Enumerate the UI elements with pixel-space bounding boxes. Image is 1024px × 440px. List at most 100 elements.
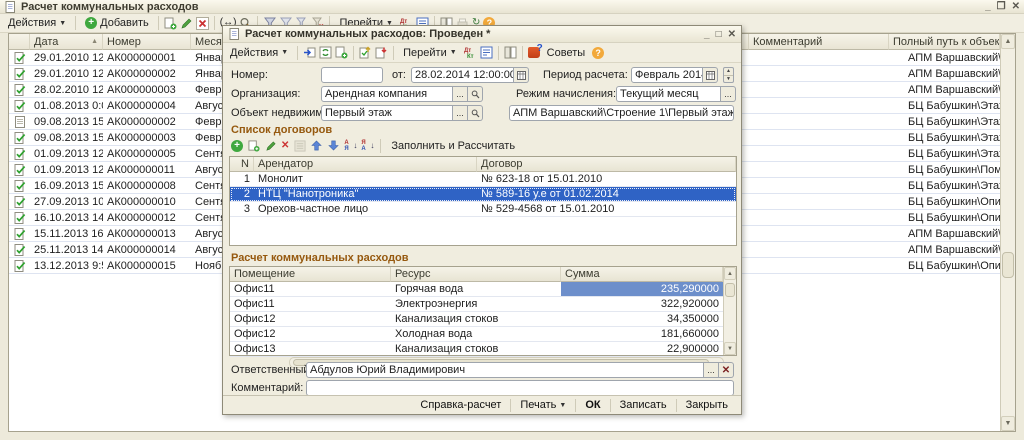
cell-path: БЦ Бабушкин\Помещения... [904, 162, 1015, 177]
edit-row-icon[interactable] [264, 139, 277, 152]
dialog-goto-menu-button[interactable]: Перейти▼ [399, 46, 461, 60]
organization-input[interactable]: Арендная компания [321, 86, 453, 102]
dialog-help-icon[interactable]: ? [592, 47, 604, 59]
expense-row[interactable]: Офис11 Горячая вода 235,290000 [230, 282, 723, 297]
col-number[interactable]: Номер [103, 34, 191, 50]
minimize-button[interactable]: _ [985, 1, 991, 12]
date-input[interactable]: 28.02.2014 12:00:00 [411, 67, 514, 83]
magnifier-open-icon[interactable] [468, 86, 483, 102]
clear-field-icon[interactable]: ✕ [719, 362, 734, 378]
ellipsis-choose-icon[interactable]: ... [453, 105, 468, 121]
main-window-title: Расчет коммунальных расходов [21, 1, 199, 13]
expense-row[interactable]: Офис12 Канализация стоков 34,350000 [230, 312, 723, 327]
move-up-icon[interactable] [310, 139, 323, 152]
post-document-icon[interactable] [359, 46, 372, 59]
scroll-down-icon[interactable]: ▼ [724, 342, 736, 355]
col-sum[interactable]: Сумма [561, 267, 723, 282]
period-stepper[interactable]: ▲▼ [723, 67, 734, 83]
cell-n: 2 [230, 187, 254, 201]
expense-row[interactable]: Офис13 Канализация стоков 22,900000 [230, 342, 723, 357]
contract-row[interactable]: 1 Монолит № 623-18 от 15.01.2010 [230, 172, 736, 187]
calendar-icon[interactable] [514, 67, 529, 83]
scrollbar-thumb[interactable] [1002, 252, 1014, 278]
unpost-document-icon[interactable] [375, 46, 388, 59]
close-button[interactable]: ✕ [1012, 1, 1020, 12]
col-comment[interactable]: Комментарий [749, 34, 889, 50]
cell-comment [764, 178, 904, 193]
contracts-section-title: Список договоров [231, 124, 332, 136]
number-input[interactable] [321, 67, 383, 83]
dialog-close-button[interactable]: ✕ [728, 29, 736, 40]
vertical-scrollbar[interactable]: ▲ ▼ [1000, 34, 1015, 431]
cell-path: БЦ Бабушкин\Этаж 1 [904, 178, 1015, 193]
dialog-minimize-button[interactable]: _ [704, 29, 710, 40]
scroll-down-icon[interactable]: ▼ [1001, 416, 1015, 431]
list-settings-icon[interactable] [504, 46, 517, 59]
responsible-input[interactable]: Абдулов Юрий Владимирович [306, 362, 704, 378]
restore-button[interactable]: ❐ [997, 1, 1006, 12]
mode-label: Режим начисления: [516, 88, 616, 100]
contract-row[interactable]: 3 Орехов-частное лицо № 529-4568 от 15.0… [230, 202, 736, 217]
scroll-up-icon[interactable]: ▲ [1001, 34, 1015, 49]
col-path[interactable]: Полный путь к объекту [889, 34, 1000, 50]
col-resource[interactable]: Ресурс [391, 267, 561, 282]
property-object-input[interactable]: Первый этаж [321, 105, 453, 121]
expenses-vertical-scrollbar[interactable]: ▲ ▼ [723, 267, 736, 355]
cell-contract: № 623-18 от 15.01.2010 [477, 172, 736, 186]
col-date[interactable]: Дата ▲ [30, 34, 103, 50]
expense-row[interactable]: Офис11 Электроэнергия 322,920000 [230, 297, 723, 312]
calendar-icon[interactable] [703, 67, 718, 83]
dialog-actions-menu-button[interactable]: Действия▼ [226, 46, 292, 60]
copy-add-icon[interactable] [164, 17, 177, 30]
fill-and-calculate-button[interactable]: Заполнить и Рассчитать [387, 139, 519, 153]
unposted-document-icon [13, 115, 26, 128]
contracts-table: N Арендатор Договор 1 Монолит № 623-18 о… [229, 156, 737, 246]
ellipsis-choose-icon[interactable]: ... [453, 86, 468, 102]
print-menu-button[interactable]: Печать▼ [513, 398, 573, 412]
ellipsis-choose-icon[interactable]: ... [721, 86, 736, 102]
col-status[interactable] [9, 34, 30, 50]
expenses-table-header: Помещение Ресурс Сумма [230, 267, 736, 282]
col-room[interactable]: Помещение [230, 267, 391, 282]
scroll-up-icon[interactable]: ▲ [724, 267, 736, 280]
mode-input[interactable]: Текущий месяц [616, 86, 721, 102]
help-calculation-button[interactable]: Справка-расчет [413, 398, 508, 412]
magnifier-open-icon[interactable] [468, 105, 483, 121]
delete-icon[interactable] [196, 17, 209, 30]
dtkt-icon[interactable]: ДтКт [464, 46, 477, 59]
col-contract[interactable]: Договор [477, 157, 736, 172]
close-button[interactable]: Закрыть [679, 398, 735, 412]
scrollbar-thumb[interactable] [725, 283, 735, 297]
cell-date: 29.01.2010 12:00:00 [30, 50, 103, 65]
col-n[interactable]: N [230, 157, 254, 172]
period-input[interactable]: Февраль 2014 [631, 67, 703, 83]
move-down-icon[interactable] [327, 139, 340, 152]
add-button[interactable]: + Добавить [81, 16, 153, 30]
comment-input[interactable] [306, 380, 734, 396]
ellipsis-choose-icon[interactable]: ... [704, 362, 719, 378]
expense-row[interactable]: Офис12 Холодная вода 181,660000 [230, 327, 723, 342]
actions-menu-button[interactable]: Действия▼ [4, 16, 70, 30]
write-button[interactable]: Записать [613, 398, 674, 412]
advice-button[interactable]: Советы [543, 46, 589, 60]
save-close-icon[interactable] [303, 46, 316, 59]
sort-desc-icon[interactable]: ЯА↓ [361, 140, 374, 152]
cell-date: 27.09.2013 10:53:11 [30, 194, 103, 209]
sort-asc-icon[interactable]: АЯ↓ [344, 140, 357, 152]
posted-document-icon [13, 179, 26, 192]
copy-icon[interactable] [335, 46, 348, 59]
col-tenant[interactable]: Арендатор [254, 157, 477, 172]
contract-row[interactable]: 2 НТЦ "Нанотроника" № 589-16 у.е от 01.0… [230, 187, 736, 202]
dialog-maximize-button[interactable]: □ [716, 29, 722, 40]
posted-document-icon [13, 259, 26, 272]
ok-button[interactable]: ОК [578, 398, 607, 412]
posted-document-icon [13, 147, 26, 160]
delete-row-icon[interactable]: ✕ [281, 141, 289, 151]
add-row-icon[interactable]: + [231, 140, 243, 152]
end-edit-icon[interactable] [293, 139, 306, 152]
cell-comment [764, 114, 904, 129]
structure-icon[interactable] [480, 46, 493, 59]
reread-icon[interactable] [319, 46, 332, 59]
copy-row-icon[interactable] [247, 139, 260, 152]
edit-icon[interactable] [180, 17, 193, 30]
